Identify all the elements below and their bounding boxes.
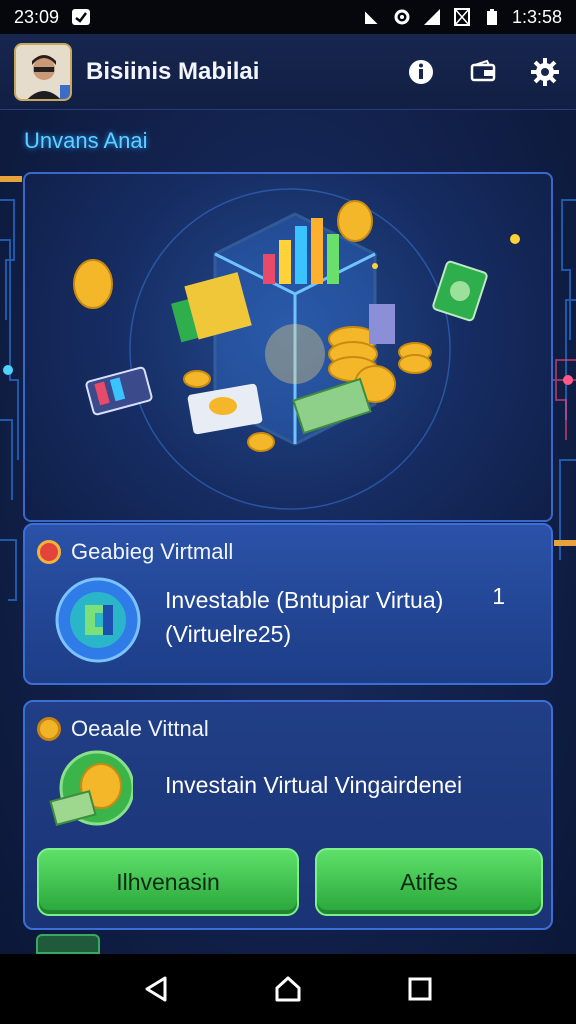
card2-title: Oeaale Vittnal (71, 716, 209, 741)
card1-count: 1 (492, 583, 505, 609)
home-icon[interactable] (268, 969, 308, 1009)
virtual-invest-card[interactable]: Geabieg Virtmall Investable (Bntupiar Vi… (23, 523, 553, 685)
virtual-deal-card: Oeaale Vittnal Investain Virtual Vingair… (23, 700, 553, 930)
signal-icon (422, 7, 442, 27)
card1-title: Geabieg Virtmall (71, 539, 234, 564)
battery-icon (482, 7, 502, 27)
alert-badge-icon (37, 540, 61, 564)
card2-text: Investain Virtual Vingairdenei (165, 772, 463, 798)
finance-cube-illustration (23, 172, 553, 522)
settings-icon[interactable] (528, 55, 562, 89)
wallet-icon[interactable] (466, 55, 500, 89)
app-bar: Bisiinis Mabilai (0, 34, 576, 110)
app-title: Bisiinis Mabilai (86, 57, 260, 85)
sim-icon (452, 7, 472, 27)
card1-text: Investable (Bntupiar Virtua) (Virtuelre2… (165, 583, 525, 651)
next-item-peek (36, 934, 100, 954)
gear-status-icon (392, 7, 412, 27)
system-nav-bar (0, 954, 576, 1024)
coin-badge-icon (37, 717, 61, 741)
status-bar: 23:09 1:3:58 (0, 0, 576, 34)
status-time-right: 1:3:58 (511, 6, 562, 27)
check-app-icon (71, 7, 91, 27)
no-signal-icon (362, 7, 382, 27)
card1-text-line1: Investable (Bntupiar Virtua) (165, 587, 444, 613)
actions-button[interactable]: Atifes (315, 848, 543, 916)
section-label: Unvans Anai (24, 128, 148, 153)
status-time-left: 23:09 (14, 6, 60, 27)
info-icon[interactable] (404, 55, 438, 89)
invest-button[interactable]: Ilhvenasin (37, 848, 299, 916)
recents-icon[interactable] (400, 969, 440, 1009)
dollar-coin-icon (47, 746, 135, 832)
avatar[interactable] (14, 42, 72, 101)
back-icon[interactable] (136, 969, 176, 1009)
exchange-icon (55, 577, 141, 663)
card1-text-line2: (Virtuelre25) (165, 621, 292, 647)
